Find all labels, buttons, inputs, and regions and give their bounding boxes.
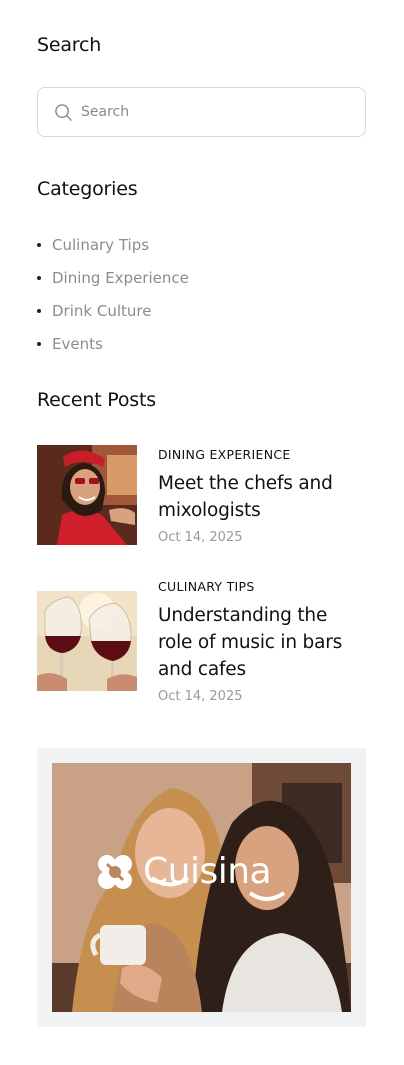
search-field[interactable] [37,87,366,137]
post-thumbnail-woman-sunglasses[interactable] [37,445,137,545]
category-item-events[interactable]: Events [37,327,189,360]
promo-banner[interactable]: Cuisina [37,748,366,1027]
recent-post-item[interactable]: CULINARY TIPS Understanding the role of … [37,577,367,704]
post-date: Oct 14, 2025 [158,689,243,704]
categories-list: Culinary Tips Dining Experience Drink Cu… [37,228,189,360]
category-label: Culinary Tips [52,235,150,254]
post-title[interactable]: Understanding the role of music in bars … [158,602,367,683]
brand-name: Cuisina [143,851,272,892]
category-item-dining-experience[interactable]: Dining Experience [37,261,189,294]
recent-post-item[interactable]: DINING EXPERIENCE Meet the chefs and mix… [37,445,367,545]
post-category[interactable]: CULINARY TIPS [158,579,367,594]
bullet-icon [37,242,41,247]
search-heading: Search [37,34,102,56]
category-label: Dining Experience [52,268,189,287]
bullet-icon [37,308,41,313]
category-item-drink-culture[interactable]: Drink Culture [37,294,189,327]
post-thumbnail-wine-glasses[interactable] [37,591,137,691]
bullet-icon [37,275,41,280]
cuisina-logo-icon [98,854,132,889]
search-icon [55,103,72,121]
post-title[interactable]: Meet the chefs and mixologists [158,470,367,524]
recent-posts-heading: Recent Posts [37,389,156,411]
search-input[interactable] [81,104,341,120]
post-date: Oct 14, 2025 [158,530,243,545]
bullet-icon [37,341,41,346]
category-label: Drink Culture [52,301,152,320]
post-category[interactable]: DINING EXPERIENCE [158,447,367,462]
brand-logo: Cuisina [95,851,272,892]
categories-heading: Categories [37,178,138,200]
category-item-culinary-tips[interactable]: Culinary Tips [37,228,189,261]
category-label: Events [52,334,103,353]
